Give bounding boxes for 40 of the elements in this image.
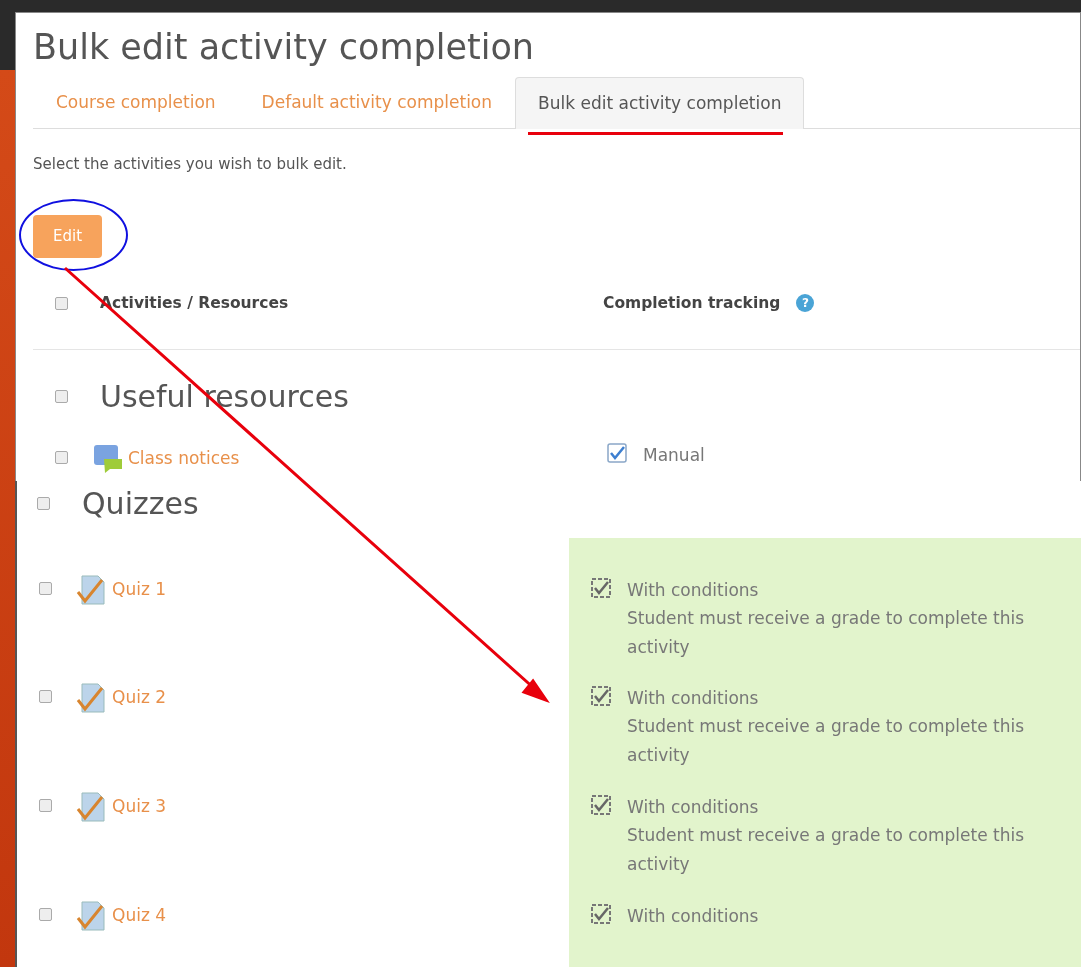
quiz-icon bbox=[76, 900, 108, 932]
checkbox[interactable] bbox=[39, 908, 52, 921]
page-title: Bulk edit activity completion bbox=[33, 27, 536, 68]
activity-link[interactable]: Class notices bbox=[128, 446, 240, 472]
forum-icon bbox=[92, 443, 124, 475]
completion-condition: Student must receive a grade to complete this activity bbox=[627, 606, 1026, 660]
checkbox[interactable] bbox=[55, 296, 68, 310]
checkbox[interactable] bbox=[55, 390, 68, 403]
activity-link[interactable]: Quiz 3 bbox=[112, 794, 167, 820]
activity-link[interactable]: Quiz 4 bbox=[112, 903, 167, 929]
completion-label: With conditions bbox=[627, 579, 760, 602]
completion-condition: Student must receive a grade to complete this activity bbox=[627, 823, 1026, 877]
completion-label: With conditions bbox=[627, 905, 759, 928]
activity-link[interactable]: Quiz 1 bbox=[112, 577, 167, 603]
conditional-completion-icon[interactable] bbox=[591, 904, 611, 924]
completion-label: Manual bbox=[643, 444, 705, 467]
section-heading: Quizzes bbox=[82, 485, 199, 523]
conditional-completion-icon[interactable] bbox=[591, 795, 611, 815]
checkbox[interactable] bbox=[39, 690, 52, 703]
tab[interactable]: Default activity completion bbox=[238, 77, 516, 128]
activity-link[interactable]: Quiz 2 bbox=[112, 685, 167, 711]
checkbox[interactable] bbox=[55, 451, 68, 464]
quiz-icon bbox=[76, 682, 108, 714]
completion-label: With conditions bbox=[627, 687, 760, 710]
checkbox[interactable] bbox=[37, 497, 50, 510]
checkbox[interactable] bbox=[39, 799, 52, 812]
manual-completion-icon[interactable] bbox=[607, 443, 627, 463]
completion-condition: Student must receive a grade to complete this activity bbox=[627, 714, 1026, 768]
tab[interactable]: Course completion bbox=[33, 77, 239, 128]
quiz-icon bbox=[76, 791, 108, 823]
completion-label: With conditions bbox=[627, 796, 760, 819]
help-icon[interactable]: ? bbox=[796, 294, 815, 313]
quiz-icon bbox=[76, 574, 108, 606]
edit-button[interactable]: Edit bbox=[33, 215, 103, 258]
instruction-text: Select the activities you wish to bulk edit. bbox=[33, 153, 348, 175]
conditional-completion-icon[interactable] bbox=[591, 578, 611, 598]
checkbox[interactable] bbox=[39, 582, 52, 595]
section-heading: Useful resources bbox=[100, 378, 349, 416]
conditional-completion-icon[interactable] bbox=[591, 686, 611, 706]
column-header: Completion tracking bbox=[603, 292, 781, 314]
